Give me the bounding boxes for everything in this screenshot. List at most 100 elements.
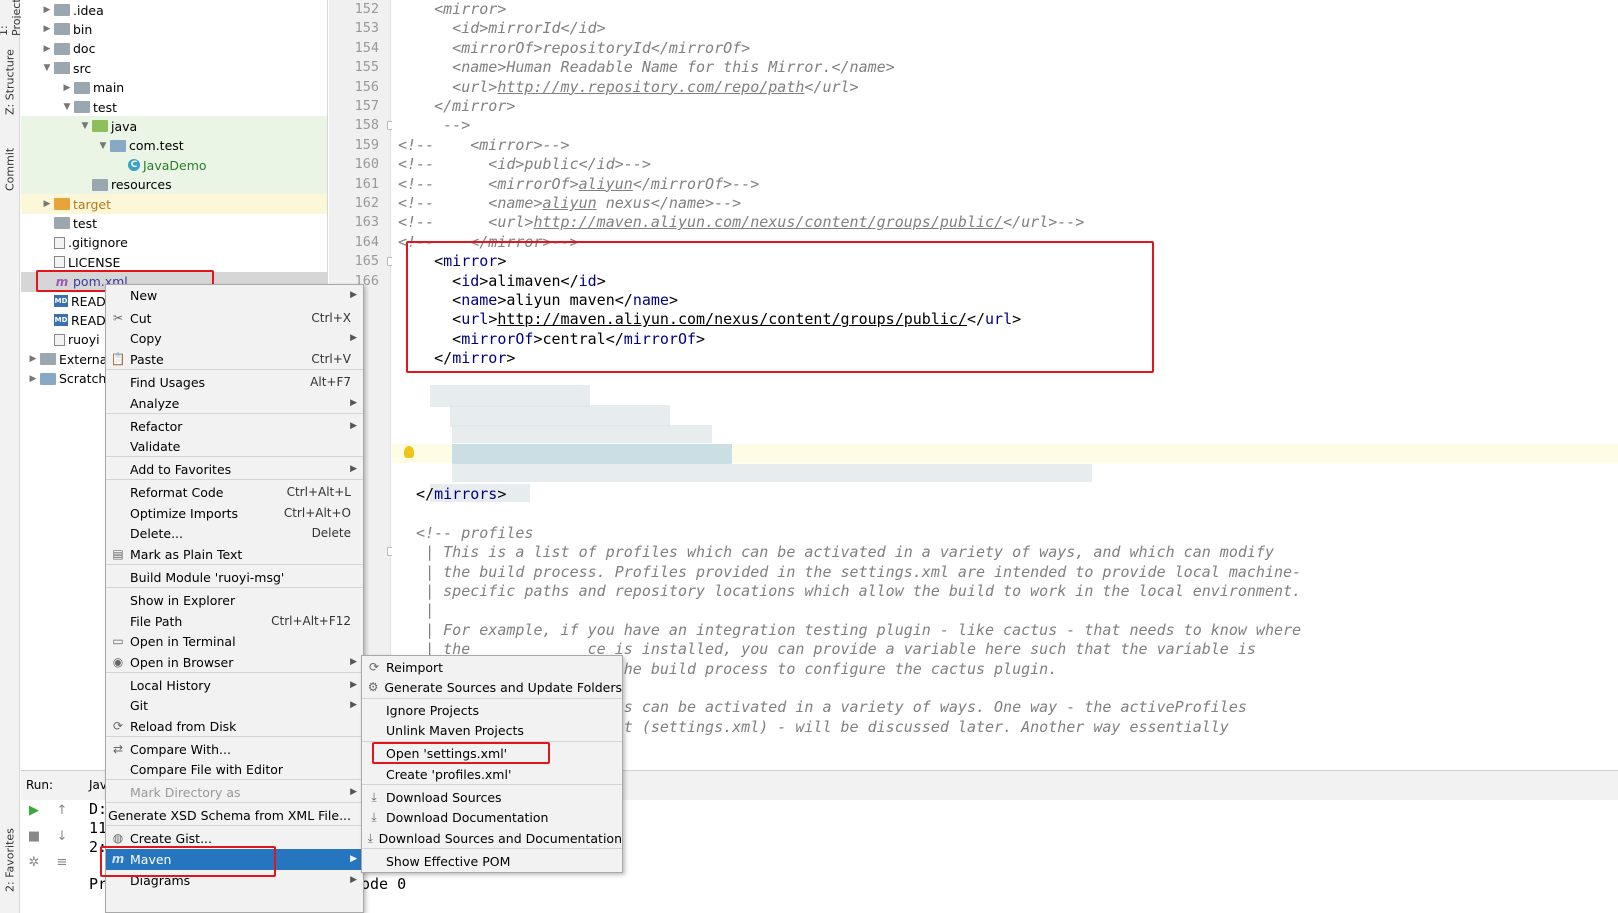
context-menu-item[interactable]: ⇄ Compare With... [106,739,363,760]
tree-item-label: main [93,80,125,96]
folder-icon [54,217,70,230]
tree-item-label: LICENSE [68,254,121,270]
stop-icon[interactable]: ■ [23,826,45,848]
up-icon[interactable]: ↑ [51,800,73,822]
maven-menu-item[interactable]: ⚙ Generate Sources and Update Folders [362,677,622,698]
menu-separator [362,698,622,699]
context-menu-item[interactable]: Validate [106,436,363,457]
context-menu-item[interactable]: Analyze ▶ [106,393,363,414]
tree-item[interactable]: ▼ src [21,58,327,78]
context-menu-item[interactable]: ▤ Mark as Plain Text [106,544,363,565]
tree-item[interactable]: ▶ target [21,194,327,214]
expand-arrow-icon[interactable]: ▼ [60,102,74,112]
context-menu-item[interactable]: ⟳ Reload from Disk [106,716,363,737]
tree-item[interactable]: test [21,213,327,233]
maven-submenu[interactable]: ⟳ Reimport ⚙ Generate Sources and Update Fo… [361,655,623,873]
context-menu[interactable]: New ▶ ✂ Cut Ctrl+X Copy ▶ 📋 Paste Ctrl+V Find Usag… [105,284,364,913]
menu-item-shortcut: Ctrl+X [311,311,351,326]
menu-item-label: Generate Sources and Update Folders [384,679,622,695]
context-menu-item[interactable]: ✂ Cut Ctrl+X [106,308,363,329]
code-line: <!-- <mirrorOf>aliyun</mirrorOf>--> [398,175,759,194]
context-menu-item[interactable]: File Path Ctrl+Alt+F12 [106,611,363,632]
menu-item-label: Local History [130,677,211,693]
tree-item[interactable]: ▶ main [21,78,327,98]
console-line: ode 0 [361,875,407,893]
line-number: 165 [354,253,379,270]
line-number: 155 [354,59,379,76]
maven-menu-item[interactable]: Ignore Projects [362,700,622,721]
context-menu-item[interactable]: Copy ▶ [106,328,363,349]
tree-item[interactable]: .gitignore [21,233,327,253]
context-menu-item[interactable]: 📋 Paste Ctrl+V [106,349,363,370]
tree-item[interactable]: ▼ test [21,97,327,117]
maven-menu-item[interactable]: ⤓ Download Sources and Documentation [362,828,622,849]
expand-arrow-icon[interactable]: ▶ [40,44,54,54]
context-menu-item[interactable]: Reformat Code Ctrl+Alt+L [106,482,363,503]
expand-arrow-icon[interactable]: ▶ [40,24,54,34]
download-icon: ⤓ [371,789,377,804]
maven-menu-item[interactable]: ⤓ Download Sources [362,787,622,808]
download-icon: ⤓ [367,830,373,845]
expand-arrow-icon[interactable]: ▼ [78,121,92,131]
expand-arrow-icon[interactable]: ▼ [40,63,54,73]
tree-item[interactable]: C JavaDemo [21,155,327,176]
code-token: | [398,601,435,620]
context-menu-item[interactable]: Refactor ▶ [106,416,363,437]
expand-arrow-icon[interactable]: ▶ [40,5,54,15]
menu-item-label: File Path [130,613,183,629]
tree-item[interactable]: ▶ .idea [21,0,327,20]
settings-icon[interactable]: ✲ [23,852,45,874]
context-menu-item[interactable]: ◉ Open in Browser ▶ [106,652,363,673]
menu-item-label: Unlink Maven Projects [386,722,524,738]
context-menu-item[interactable]: Delete... Delete [106,523,363,544]
expand-arrow-icon[interactable]: ▶ [26,374,40,384]
context-menu-item[interactable]: Build Module 'ruoyi-msg' [106,567,363,588]
expand-arrow-icon[interactable]: ▶ [26,354,40,364]
context-menu-item[interactable]: Compare File with Editor [106,759,363,780]
tree-item[interactable]: resources [21,174,327,195]
maven-menu-item[interactable]: ⤓ Download Documentation [362,807,622,828]
cut-icon: ✂ [112,311,124,326]
expand-arrow-icon[interactable]: ▶ [40,199,54,209]
expand-arrow-icon[interactable]: ▼ [96,141,110,151]
submenu-arrow-icon: ▶ [350,290,357,301]
context-menu-item[interactable]: New ▶ [106,285,363,306]
code-line: | the build process. Profiles provided i… [398,563,1301,582]
intention-bulb-icon[interactable] [404,446,414,458]
menu-item-shortcut: Delete [311,526,351,541]
code-token: aliyun [578,174,633,193]
maven-menu-item[interactable]: Create 'profiles.xml' [362,764,622,785]
tab-commit[interactable]: Commit [1,140,19,198]
context-menu-item[interactable]: Show in Explorer [106,590,363,611]
tree-item[interactable]: ▶ bin [21,19,327,39]
code-token: <id>mirrorId</id> [398,19,606,38]
wrap-icon[interactable]: ≡ [51,852,73,874]
context-menu-item[interactable]: Optimize Imports Ctrl+Alt+O [106,503,363,524]
maven-menu-item[interactable]: ⟳ Reimport [362,657,622,678]
tree-item[interactable]: ▼ com.test [21,135,327,156]
editor-area[interactable]: <mirror> <id>mirrorId</id> <mirrorOf>rep… [392,0,1618,750]
context-menu-item[interactable]: Generate XSD Schema from XML File... [106,805,363,826]
maven-menu-item[interactable]: Show Effective POM [362,851,622,872]
tree-item[interactable]: ▼ java [21,116,327,137]
run-icon[interactable]: ▶ [23,800,45,822]
tab-project[interactable]: 1: Project [0,0,23,36]
context-menu-item[interactable]: Local History ▶ [106,675,363,696]
maven-menu-item[interactable]: Unlink Maven Projects [362,720,622,741]
context-menu-item[interactable]: Find Usages Alt+F7 [106,372,363,393]
md-icon: MD [54,295,68,307]
file-icon [54,333,65,346]
context-menu-item[interactable]: Add to Favorites ▶ [106,459,363,480]
down-icon[interactable]: ↓ [51,826,73,848]
menu-item-label: Paste [130,351,164,367]
expand-arrow-icon[interactable]: ▶ [60,83,74,93]
file-icon [54,256,65,269]
context-menu-item[interactable]: Git ▶ [106,695,363,716]
context-menu-item[interactable]: Mark Directory as ▶ [106,782,363,803]
tab-favorites[interactable]: 2: Favorites [1,820,19,900]
context-menu-item[interactable]: ▭ Open in Terminal [106,631,363,652]
menu-item-label: Delete... [130,525,183,541]
tab-structure[interactable]: Z: Structure [1,44,19,120]
tree-item-label: com.test [129,138,184,154]
tree-item[interactable]: ▶ doc [21,39,327,59]
